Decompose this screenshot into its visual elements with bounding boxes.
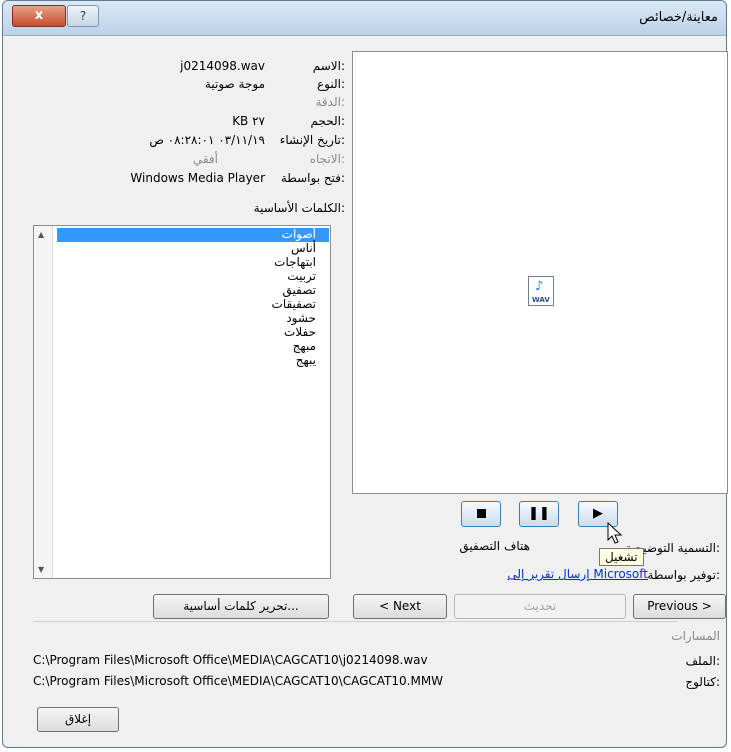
property-value-type: موجة صوتية bbox=[204, 77, 265, 91]
property-value-size: KB ٢٧ bbox=[232, 114, 265, 128]
help-icon: ? bbox=[79, 9, 87, 23]
pause-button[interactable]: ❚❚ bbox=[519, 501, 559, 527]
stop-button[interactable] bbox=[461, 501, 501, 527]
stop-icon bbox=[476, 509, 486, 518]
help-button[interactable]: ? bbox=[67, 5, 99, 27]
property-label-size: الحجم: bbox=[310, 114, 345, 128]
mouse-pointer-icon bbox=[607, 522, 623, 544]
paths-section-label: المسارات bbox=[671, 629, 720, 643]
report-to-microsoft-link[interactable]: إرسال تقرير إلى Microsoft bbox=[507, 567, 648, 581]
file-path-value: C:\Program Files\Microsoft Office\MEDIA\… bbox=[33, 653, 428, 667]
keyword-item[interactable]: تصفيقات bbox=[272, 298, 316, 311]
file-path-label: الملف: bbox=[685, 654, 720, 668]
music-note-icon: ♪ bbox=[535, 279, 544, 294]
paths-divider bbox=[33, 621, 677, 622]
property-value-opens-with: Windows Media Player bbox=[130, 171, 265, 185]
property-value-created: ٠٣/١١/١٩ ٠٨:٢٨:٠١ ص bbox=[149, 133, 265, 147]
keyword-item[interactable]: يبهج bbox=[296, 354, 316, 367]
close-icon: x bbox=[34, 8, 44, 23]
properties-dialog: x ? معاينة/خصائص الاسم: j0214098.wav الن… bbox=[2, 0, 728, 748]
keyword-item[interactable]: حفلات bbox=[284, 326, 316, 339]
scroll-up-arrow-icon[interactable]: ▲ bbox=[38, 230, 44, 239]
next-button[interactable]: < Next bbox=[353, 594, 447, 619]
provided-by-label: توفير بواسطة: bbox=[647, 568, 720, 582]
property-value-orientation: أفقي bbox=[192, 152, 218, 166]
window-title: معاينة/خصائص bbox=[639, 10, 718, 25]
keyword-item[interactable]: ابتهاجات bbox=[274, 256, 316, 269]
catalog-path-value: C:\Program Files\Microsoft Office\MEDIA\… bbox=[33, 674, 444, 688]
catalog-path-label: كتالوج: bbox=[685, 675, 720, 689]
keyword-item[interactable]: أناس bbox=[291, 242, 316, 255]
play-icon: ▶ bbox=[593, 506, 603, 521]
update-button[interactable]: تحديث bbox=[454, 594, 626, 619]
preview-pane: ♪ WAV bbox=[352, 51, 728, 494]
wav-badge: WAV bbox=[532, 296, 550, 304]
keyword-item[interactable]: حشود bbox=[286, 312, 316, 325]
title-bar[interactable]: x ? معاينة/خصائص bbox=[3, 1, 726, 36]
close-window-button[interactable]: x bbox=[12, 5, 66, 27]
property-label-resolution: الدقة: bbox=[315, 95, 345, 109]
property-label-type: النوع: bbox=[316, 77, 345, 91]
property-value-name: j0214098.wav bbox=[180, 59, 265, 73]
keywords-label: الكلمات الأساسية: bbox=[253, 201, 345, 215]
wav-file-icon: ♪ WAV bbox=[528, 276, 554, 306]
keyword-item[interactable]: مبهج bbox=[293, 340, 316, 353]
close-button[interactable]: إغلاق bbox=[37, 707, 119, 732]
keyword-item[interactable]: أصوات bbox=[282, 228, 316, 241]
property-label-name: الاسم: bbox=[312, 59, 345, 73]
caption-value: هتاف التصفيق bbox=[459, 539, 530, 553]
keyword-item[interactable]: تصفيق bbox=[283, 284, 316, 297]
edit-keywords-button[interactable]: تحرير كلمات أساسية... bbox=[153, 594, 329, 619]
keywords-listbox[interactable]: ▲ ▼ أصوات أناس ابتهاجات تربيت تصفيق تصفي… bbox=[33, 225, 331, 579]
scroll-down-arrow-icon[interactable]: ▼ bbox=[38, 565, 44, 574]
property-label-opens-with: فتح بواسطة: bbox=[280, 171, 345, 185]
previous-button[interactable]: Previous > bbox=[633, 594, 726, 619]
property-label-created: تاريخ الإنشاء: bbox=[279, 133, 345, 147]
property-label-orientation: الاتجاه: bbox=[309, 152, 345, 166]
keyword-item[interactable]: تربيت bbox=[287, 270, 316, 283]
pause-icon: ❚❚ bbox=[528, 506, 550, 521]
keywords-scrollbar[interactable]: ▲ ▼ bbox=[34, 226, 53, 578]
play-tooltip: تشغيل bbox=[599, 548, 644, 566]
